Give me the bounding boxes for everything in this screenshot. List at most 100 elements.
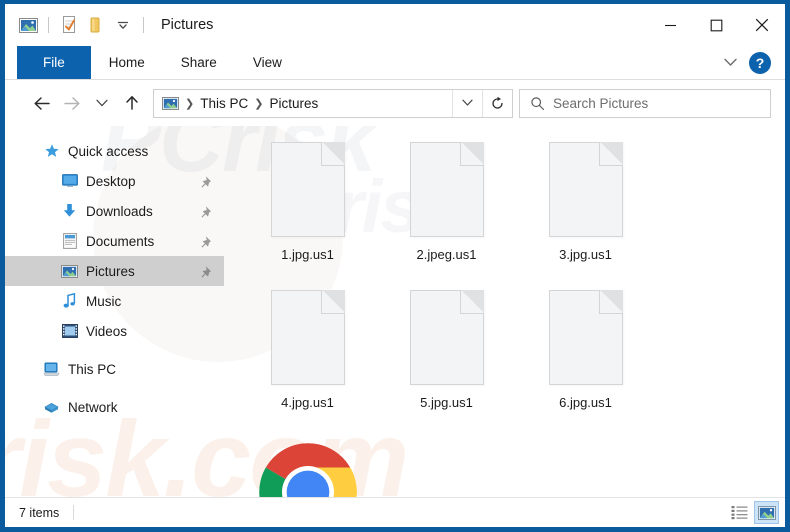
music-icon <box>61 293 78 310</box>
sidebar-item-downloads[interactable]: Downloads <box>5 196 224 226</box>
minimize-button[interactable] <box>647 4 693 46</box>
sidebar-item-this-pc[interactable]: This PC <box>5 354 224 384</box>
file-icon-wrap <box>548 142 623 242</box>
network-icon <box>43 399 60 416</box>
file-item[interactable]: 5.jpg.us1 <box>377 286 516 434</box>
blank-document-icon <box>270 142 345 237</box>
maximize-button[interactable] <box>693 4 739 46</box>
file-item[interactable]: 1.jpg.us1 <box>238 138 377 286</box>
chrome-html-icon <box>256 440 360 497</box>
ribbon-tab-bar: File Home Share View ? <box>5 46 785 80</box>
search-placeholder: Search Pictures <box>553 95 649 111</box>
sidebar-item-music[interactable]: Music <box>5 286 224 316</box>
customize-dropdown-icon[interactable] <box>112 14 134 36</box>
sidebar-label: Documents <box>86 233 155 249</box>
file-name-label: 4.jpg.us1 <box>281 395 334 410</box>
file-item[interactable]: Recovery_Instructions.html <box>238 434 377 497</box>
status-bar: 7 items <box>5 497 785 527</box>
blank-document-icon <box>409 290 484 385</box>
explorer-window: PCrisk risk risk.com Pictures File Home … <box>0 0 790 532</box>
file-name-label: 3.jpg.us1 <box>559 247 612 262</box>
blank-document-icon <box>548 142 623 237</box>
file-item[interactable]: 6.jpg.us1 <box>516 286 655 434</box>
forward-button[interactable] <box>57 88 87 118</box>
title-bar: Pictures <box>5 4 785 46</box>
sidebar-item-pictures[interactable]: Pictures <box>5 256 224 286</box>
breadcrumb-separator-1: ❯ <box>185 97 195 110</box>
large-icons-view-button[interactable] <box>754 501 779 524</box>
tab-home[interactable]: Home <box>91 46 163 79</box>
pin-icon[interactable] <box>200 204 214 218</box>
blank-document-icon <box>270 290 345 385</box>
file-icon-wrap <box>270 290 345 390</box>
breadcrumb: ❯ This PC ❯ Pictures <box>154 96 452 111</box>
breadcrumb-item-this-pc[interactable]: This PC <box>200 96 248 111</box>
pictures-folder-icon[interactable] <box>17 14 39 36</box>
item-count-label: 7 items <box>19 505 60 520</box>
sidebar-label: Network <box>68 399 118 415</box>
pin-icon[interactable] <box>200 174 214 188</box>
downloads-icon <box>61 203 78 220</box>
sidebar-label: Pictures <box>86 263 135 279</box>
help-icon[interactable]: ? <box>749 51 771 74</box>
star-icon <box>43 143 60 160</box>
close-button[interactable] <box>739 4 785 46</box>
sidebar-item-desktop[interactable]: Desktop <box>5 166 224 196</box>
breadcrumb-item-pictures[interactable]: Pictures <box>269 96 318 111</box>
documents-icon <box>61 233 78 250</box>
file-item[interactable]: 2.jpeg.us1 <box>377 138 516 286</box>
address-history-dropdown[interactable] <box>452 89 482 117</box>
up-button[interactable] <box>117 88 147 118</box>
file-icon-wrap <box>548 290 623 390</box>
sidebar-item-quick-access[interactable]: Quick access <box>5 136 224 166</box>
refresh-button[interactable] <box>482 89 512 117</box>
file-item[interactable]: 4.jpg.us1 <box>238 286 377 434</box>
tab-file[interactable]: File <box>17 46 91 79</box>
sidebar-item-documents[interactable]: Documents <box>5 226 224 256</box>
pin-icon[interactable] <box>200 264 214 278</box>
sidebar-label: Quick access <box>68 143 149 159</box>
window-client-area: PCrisk risk risk.com Pictures File Home … <box>5 4 785 527</box>
chevron-down-icon[interactable] <box>719 52 741 74</box>
address-input[interactable]: ❯ This PC ❯ Pictures <box>153 88 513 118</box>
new-folder-icon[interactable] <box>85 14 107 36</box>
view-mode-buttons <box>727 501 779 524</box>
address-bar: ❯ This PC ❯ Pictures Search Pictures <box>5 80 785 126</box>
this-pc-icon <box>43 361 60 378</box>
sidebar-item-videos[interactable]: Videos <box>5 316 224 346</box>
tab-view[interactable]: View <box>235 46 300 79</box>
blank-document-icon <box>548 290 623 385</box>
file-name-label: 2.jpeg.us1 <box>416 247 477 262</box>
sidebar-label: Videos <box>86 323 128 339</box>
file-name-label: 1.jpg.us1 <box>281 247 334 262</box>
back-button[interactable] <box>27 88 57 118</box>
file-grid: 1.jpg.us1 2.jpeg.us1 3.jpg.us1 4.jpg.us1… <box>238 138 785 497</box>
sidebar-label: Music <box>86 293 122 309</box>
desktop-icon <box>61 173 78 190</box>
quick-access-toolbar <box>5 14 148 36</box>
navigation-pane: Quick access Desktop Downloads Documents… <box>5 126 224 497</box>
sidebar-label: Desktop <box>86 173 136 189</box>
file-icon-wrap <box>409 142 484 242</box>
sidebar-label: Downloads <box>86 203 153 219</box>
toolbar-separator-2 <box>143 17 144 33</box>
pictures-icon <box>61 263 78 280</box>
details-view-button[interactable] <box>727 501 752 524</box>
properties-icon[interactable] <box>58 14 80 36</box>
status-separator <box>73 505 75 520</box>
search-icon <box>530 96 545 111</box>
recent-locations-button[interactable] <box>87 88 117 118</box>
videos-icon <box>61 323 78 340</box>
pin-icon[interactable] <box>200 234 214 248</box>
sidebar-item-network[interactable]: Network <box>5 392 224 422</box>
blank-document-icon <box>409 142 484 237</box>
file-list-view[interactable]: 1.jpg.us1 2.jpeg.us1 3.jpg.us1 4.jpg.us1… <box>224 126 785 497</box>
window-title: Pictures <box>161 17 214 33</box>
file-item[interactable]: 3.jpg.us1 <box>516 138 655 286</box>
ribbon-right-controls: ? <box>719 46 785 79</box>
tab-share[interactable]: Share <box>163 46 235 79</box>
search-input[interactable]: Search Pictures <box>519 88 771 118</box>
file-icon-wrap <box>256 438 360 497</box>
pictures-icon <box>162 96 179 110</box>
sidebar-label: This PC <box>68 361 117 377</box>
